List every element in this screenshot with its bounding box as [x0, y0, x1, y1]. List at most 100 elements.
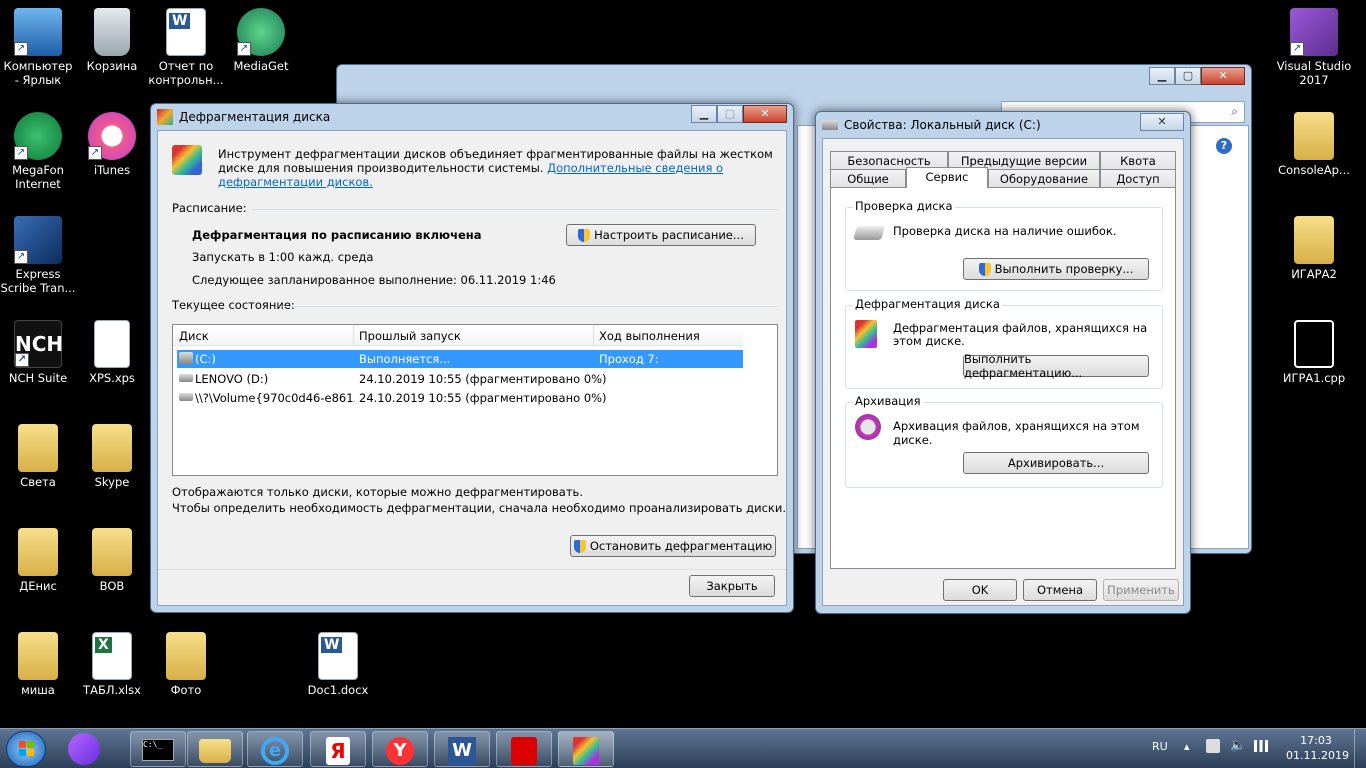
- desktop-icon-doc1[interactable]: W Doc1.docx: [300, 632, 376, 697]
- desktop-icon-nch-suite[interactable]: NCH ↗ NCH Suite: [0, 320, 76, 385]
- close-dialog-button[interactable]: Закрыть: [689, 575, 775, 597]
- desktop-icon-label: Doc1.docx: [307, 683, 369, 697]
- button-label: OK: [971, 583, 989, 597]
- backup-button[interactable]: Архивировать...: [963, 452, 1149, 474]
- taskbar-yandex[interactable]: Я: [310, 731, 366, 767]
- column-header-disk[interactable]: Диск: [179, 329, 209, 343]
- excel-document-icon: X: [92, 632, 132, 680]
- start-button[interactable]: [6, 731, 46, 767]
- taskbar-cmd[interactable]: C:\_: [130, 731, 186, 767]
- desktop-icon-label: BOB: [99, 579, 125, 593]
- command-prompt-icon: C:\_: [142, 739, 174, 761]
- run-check-button[interactable]: Выполнить проверку...: [963, 258, 1149, 280]
- table-row[interactable]: (C:) Выполняется... Проход 7: дефрагмент…: [177, 350, 743, 380]
- network-signal-icon[interactable]: [1254, 740, 1268, 752]
- row-disk: (C:): [195, 352, 216, 366]
- desktop-icon-denis[interactable]: ДЕнис: [0, 528, 76, 593]
- run-defrag-button[interactable]: Выполнить дефрагментацию...: [963, 352, 1149, 380]
- desktop-icon-xps[interactable]: XPS.xps: [74, 320, 150, 385]
- defrag-app-icon: [172, 145, 202, 175]
- divider: [282, 306, 778, 307]
- desktop-icon-label: Корзина: [86, 59, 138, 73]
- close-button[interactable]: ✕: [743, 105, 787, 123]
- drive-icon: [179, 393, 193, 401]
- taskbar-word[interactable]: W: [434, 731, 490, 767]
- desktop-icon-sveta[interactable]: Света: [0, 424, 76, 489]
- minimize-button[interactable]: ▁: [1149, 67, 1175, 85]
- taskbar-yandex-browser[interactable]: Y: [372, 731, 428, 767]
- row-last-run: Выполняется...: [359, 352, 451, 366]
- desktop-icon-label: ДЕнис: [19, 579, 57, 593]
- ok-button[interactable]: OK: [943, 579, 1017, 601]
- desktop-icon-megafon[interactable]: ↗ MegaFon Internet: [0, 112, 76, 191]
- taskbar-explorer[interactable]: [187, 731, 243, 767]
- configure-schedule-button[interactable]: Настроить расписание...: [566, 224, 756, 246]
- folder-icon: [1294, 216, 1334, 264]
- volume-icon[interactable]: 🔈: [1230, 738, 1246, 753]
- window-controls: ✕: [1140, 113, 1184, 131]
- group-title: Проверка диска: [853, 199, 955, 213]
- desktop-icon-label: Света: [20, 475, 56, 489]
- desktop-icon-visual-studio[interactable]: ↗ Visual Studio 2017: [1276, 8, 1352, 87]
- backup-text: Архивация файлов, хранящихся на этом дис…: [893, 419, 1140, 447]
- tab-quota[interactable]: Квота: [1100, 151, 1176, 170]
- properties-titlebar[interactable]: Свойства: Локальный диск (C:): [816, 112, 1190, 138]
- desktop-icon-igra1[interactable]: ИГРА1.cpp: [1276, 320, 1352, 385]
- desktop-icon-express-scribe[interactable]: ↗ Express Scribe Tran...: [0, 216, 76, 295]
- desktop-icon-bob[interactable]: BOB: [74, 528, 150, 593]
- close-button[interactable]: ✕: [1140, 113, 1184, 131]
- folder-icon: [92, 424, 132, 472]
- desktop-icon-foto[interactable]: Фото: [148, 632, 224, 697]
- taskbar-ie[interactable]: e: [247, 731, 303, 767]
- desktop-icon-misha[interactable]: миша: [0, 632, 76, 697]
- desktop-icon-report[interactable]: W Отчет по контрольн...: [148, 8, 224, 87]
- cancel-button[interactable]: Отмена: [1023, 579, 1097, 601]
- action-center-icon[interactable]: [1206, 739, 1220, 753]
- tab-general[interactable]: Общие: [830, 169, 906, 188]
- show-desktop-button[interactable]: [1354, 729, 1366, 768]
- check-text: Проверка диска на наличие ошибок.: [893, 224, 1117, 238]
- window-title: Дефрагментация диска: [179, 110, 331, 124]
- disk-list[interactable]: Диск Прошлый запуск Ход выполнения (C:) …: [172, 324, 778, 476]
- table-row[interactable]: LENOVO (D:) 24.10.2019 10:55 (фрагментир…: [177, 370, 743, 388]
- folder-icon: [18, 424, 58, 472]
- defrag-icon: [855, 320, 877, 348]
- desktop-icon-recycle-bin[interactable]: Корзина: [74, 8, 150, 73]
- tab-hardware[interactable]: Оборудование: [988, 169, 1100, 188]
- language-indicator[interactable]: RU: [1152, 740, 1168, 753]
- clock[interactable]: 17:03 01.11.2019: [1286, 734, 1349, 762]
- maximize-button[interactable]: ▢: [1175, 67, 1201, 85]
- desktop-icon-itunes[interactable]: ↗ iTunes: [74, 112, 150, 177]
- row-last-run: 24.10.2019 10:55 (фрагментировано 0%): [359, 391, 607, 405]
- desktop-icon-label: миша: [21, 683, 55, 697]
- desktop-icon-mediaget[interactable]: ↗ MediaGet: [223, 8, 299, 73]
- desktop-icon-consoleapp[interactable]: ConsoleAp...: [1276, 112, 1352, 177]
- stop-defrag-button[interactable]: Остановить дефрагментацию: [570, 535, 776, 557]
- column-header-last-run[interactable]: Прошлый запуск: [359, 329, 461, 343]
- table-row[interactable]: \\?\Volume{970c0d46-e861... 24.10.2019 1…: [177, 389, 743, 407]
- close-button[interactable]: ✕: [1201, 67, 1245, 85]
- tab-service[interactable]: Сервис: [906, 167, 988, 188]
- windows-logo-icon: [19, 741, 34, 756]
- taskbar-acrobat[interactable]: [496, 731, 552, 767]
- state-header: Текущее состояние:: [172, 298, 295, 312]
- divider: [252, 209, 778, 210]
- desktop-icon-tabl[interactable]: X ТАБЛ.xlsx: [74, 632, 150, 697]
- minimize-button[interactable]: ▁: [691, 105, 717, 123]
- desktop-icon-skype[interactable]: Skype: [74, 424, 150, 489]
- mediaget-icon: ↗: [237, 8, 285, 56]
- schedule-next: Следующее запланированное выполнение: 06…: [192, 273, 556, 287]
- taskbar-defrag[interactable]: [558, 731, 614, 767]
- help-icon[interactable]: ?: [1216, 138, 1232, 154]
- desktop-icon-igara2[interactable]: ИГАРА2: [1276, 216, 1352, 281]
- backup-icon: [855, 414, 881, 440]
- show-hidden-icons[interactable]: ▴: [1184, 740, 1190, 753]
- folder-icon: [18, 632, 58, 680]
- word-document-icon: W: [318, 632, 358, 680]
- row-disk: LENOVO (D:): [195, 372, 269, 386]
- schedule-header: Расписание:: [172, 201, 247, 215]
- tab-sharing[interactable]: Доступ: [1100, 169, 1176, 188]
- column-header-progress[interactable]: Ход выполнения: [599, 329, 700, 343]
- alice-assistant-icon[interactable]: [68, 733, 100, 765]
- desktop-icon-computer[interactable]: ↗ Компьютер - Ярлык: [0, 8, 76, 87]
